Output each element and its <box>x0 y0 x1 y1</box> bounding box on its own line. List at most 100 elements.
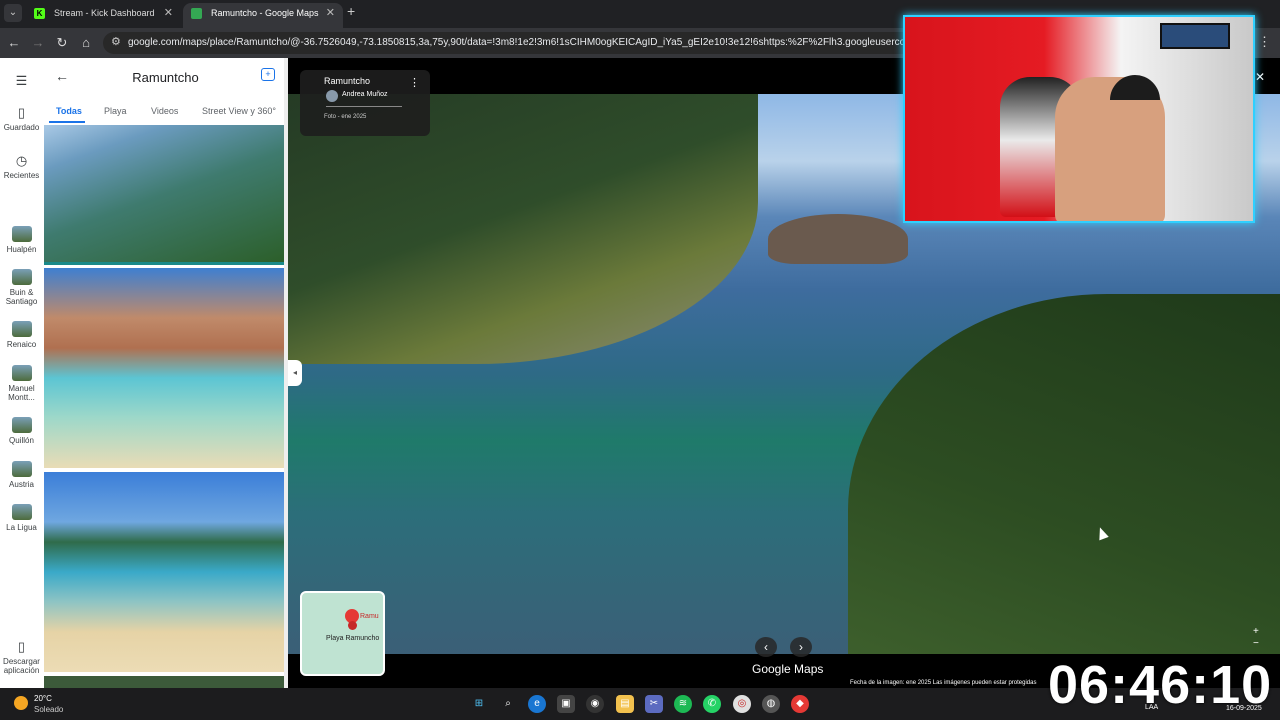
place-thumbnail <box>11 461 32 477</box>
close-icon[interactable]: ✕ <box>1255 70 1265 84</box>
collapse-panel-button[interactable]: ◂ <box>288 360 302 386</box>
place-label: Manuel Montt... <box>8 384 35 402</box>
tab-title: Stream - Kick Dashboard <box>54 8 155 18</box>
bookmark-icon: ▯ <box>17 105 26 120</box>
hamburger-menu-icon: ☰ <box>15 73 28 88</box>
place-label: Buin & Santiago <box>5 288 38 306</box>
photo-thumbnail-beach[interactable] <box>44 472 284 672</box>
recent-place-austria[interactable]: Austria <box>0 461 43 489</box>
panel-title: Ramuntcho <box>132 70 199 85</box>
divider <box>326 106 402 107</box>
site-info-icon[interactable]: ⚙ <box>111 35 121 48</box>
close-tab-icon[interactable]: ✕ <box>164 3 173 24</box>
zoom-controls[interactable]: + − <box>1253 626 1259 650</box>
pin-label: Ramu <box>360 613 379 620</box>
recent-place-quillon[interactable]: Quillón <box>0 417 43 445</box>
recent-place-manuel-montt[interactable]: Manuel Montt... <box>0 365 43 402</box>
photo-place-title: Ramuntcho <box>324 76 371 86</box>
maps-side-rail: ☰ ▯ Guardado ◷ Recientes Hualpén Buin & Sa… <box>0 58 43 688</box>
weather-description[interactable]: Soleado <box>34 705 63 714</box>
more-options-icon[interactable]: ⋮ <box>409 76 420 89</box>
tab-title: Ramuntcho - Google Maps <box>211 8 319 18</box>
photos-panel: ← Ramuntcho + Todas Playa Videos Street … <box>43 58 288 688</box>
edge-icon[interactable]: e <box>528 695 546 713</box>
photo-thumbnail-cliffs[interactable] <box>44 268 284 468</box>
place-thumbnail <box>11 417 32 433</box>
place-label: Hualpén <box>6 245 37 254</box>
photo-author[interactable]: Andrea Muñoz <box>342 91 388 98</box>
recents-button[interactable]: ◷ Recientes <box>0 153 43 181</box>
foreground-trees <box>848 294 1280 654</box>
saved-label: Guardado <box>3 123 40 132</box>
webcam-overlay <box>903 15 1255 223</box>
file-explorer-icon[interactable]: ▤ <box>616 695 634 713</box>
recent-place-buin[interactable]: Buin & Santiago <box>0 269 43 306</box>
photo-thumbnail-partial[interactable] <box>44 676 284 688</box>
avatar[interactable] <box>326 90 338 102</box>
spotify-icon[interactable]: ≋ <box>674 695 692 713</box>
minimap[interactable]: Ramu Playa Ramuncho <box>300 591 385 676</box>
start-icon[interactable]: ⊞ <box>470 695 488 713</box>
store-icon[interactable]: ▣ <box>557 695 575 713</box>
new-tab-icon[interactable]: + <box>347 3 355 19</box>
pin-dot-icon <box>348 621 357 630</box>
back-arrow-icon[interactable]: ← <box>5 34 23 52</box>
kick-favicon-icon: K <box>34 8 45 19</box>
tab-google-maps[interactable]: Ramuntcho - Google Maps ✕ <box>183 3 343 28</box>
stream-clock-overlay: 06:46:10 <box>1048 655 1273 715</box>
recents-label: Recientes <box>3 171 40 180</box>
tab-search-icon[interactable]: ⌄ <box>4 4 22 22</box>
recent-place-renaico[interactable]: Renaico <box>0 321 43 349</box>
screen: ⌄ K Stream - Kick Dashboard ✕ Ramuntcho … <box>0 0 1280 720</box>
app-notification-icon[interactable]: ◆ <box>791 695 809 713</box>
history-icon: ◷ <box>15 153 28 168</box>
search-icon[interactable]: ⌕ <box>499 695 517 713</box>
next-photo-button[interactable]: › <box>790 637 812 657</box>
chrome-icon[interactable]: ◎ <box>733 695 751 713</box>
photo-thumbnail-cove[interactable] <box>44 125 284 265</box>
recent-place-la-ligua[interactable]: La Ligua <box>0 504 43 532</box>
url-text: google.com/maps/place/Ramuntcho/@-36.752… <box>128 37 976 48</box>
place-label: Quillón <box>9 436 34 445</box>
image-credits: Fecha de la imagen: ene 2025 Las imágene… <box>850 680 1037 686</box>
tab-todas[interactable]: Todas <box>56 106 82 116</box>
saved-button[interactable]: ▯ Guardado <box>0 105 43 133</box>
place-label: Austria <box>9 480 34 489</box>
home-icon[interactable]: ⌂ <box>77 34 95 52</box>
reload-icon[interactable]: ↻ <box>53 34 71 52</box>
recent-place-hualpen[interactable]: Hualpén <box>0 226 43 254</box>
sun-icon[interactable] <box>14 696 28 710</box>
browser-menu-icon[interactable]: ⋮ <box>1258 34 1271 50</box>
forward-arrow-icon[interactable]: → <box>29 34 47 52</box>
obs-icon[interactable]: ◍ <box>762 695 780 713</box>
google-maps-logo: Google Maps <box>752 662 824 676</box>
snipping-tool-icon[interactable]: ✂ <box>645 695 663 713</box>
whatsapp-icon[interactable]: ✆ <box>703 695 721 713</box>
tab-kick-dashboard[interactable]: K Stream - Kick Dashboard ✕ <box>26 3 181 28</box>
rocky-islet <box>768 214 908 264</box>
place-thumbnail <box>11 504 32 520</box>
phone-icon: ▯ <box>17 639 26 654</box>
download-app-button[interactable]: ▯ Descargar aplicación <box>0 639 43 676</box>
place-thumbnail <box>11 269 32 285</box>
menu-button[interactable]: ☰ <box>0 74 43 91</box>
previous-photo-button[interactable]: ‹ <box>755 637 777 657</box>
tab-street-view[interactable]: Street View y 360° <box>202 106 276 116</box>
tab-videos[interactable]: Videos <box>151 106 178 116</box>
photo-date: Foto - ene 2025 <box>324 114 367 120</box>
download-label: Descargar aplicación <box>3 657 40 675</box>
weather-temperature[interactable]: 20°C <box>34 694 52 703</box>
place-thumbnail <box>11 226 32 242</box>
place-label: Renaico <box>6 340 37 349</box>
wall-screen <box>1160 23 1230 49</box>
minimap-label: Playa Ramuncho <box>326 635 380 642</box>
active-tab-indicator <box>49 121 85 123</box>
close-tab-icon[interactable]: ✕ <box>326 3 335 24</box>
maps-favicon-icon <box>191 8 202 19</box>
add-photo-icon[interactable]: + <box>261 68 275 81</box>
tab-playa[interactable]: Playa <box>104 106 127 116</box>
app-icon[interactable]: ◉ <box>586 695 604 713</box>
place-thumbnail <box>11 321 32 337</box>
place-thumbnail <box>11 365 32 381</box>
place-label: La Ligua <box>6 523 37 532</box>
